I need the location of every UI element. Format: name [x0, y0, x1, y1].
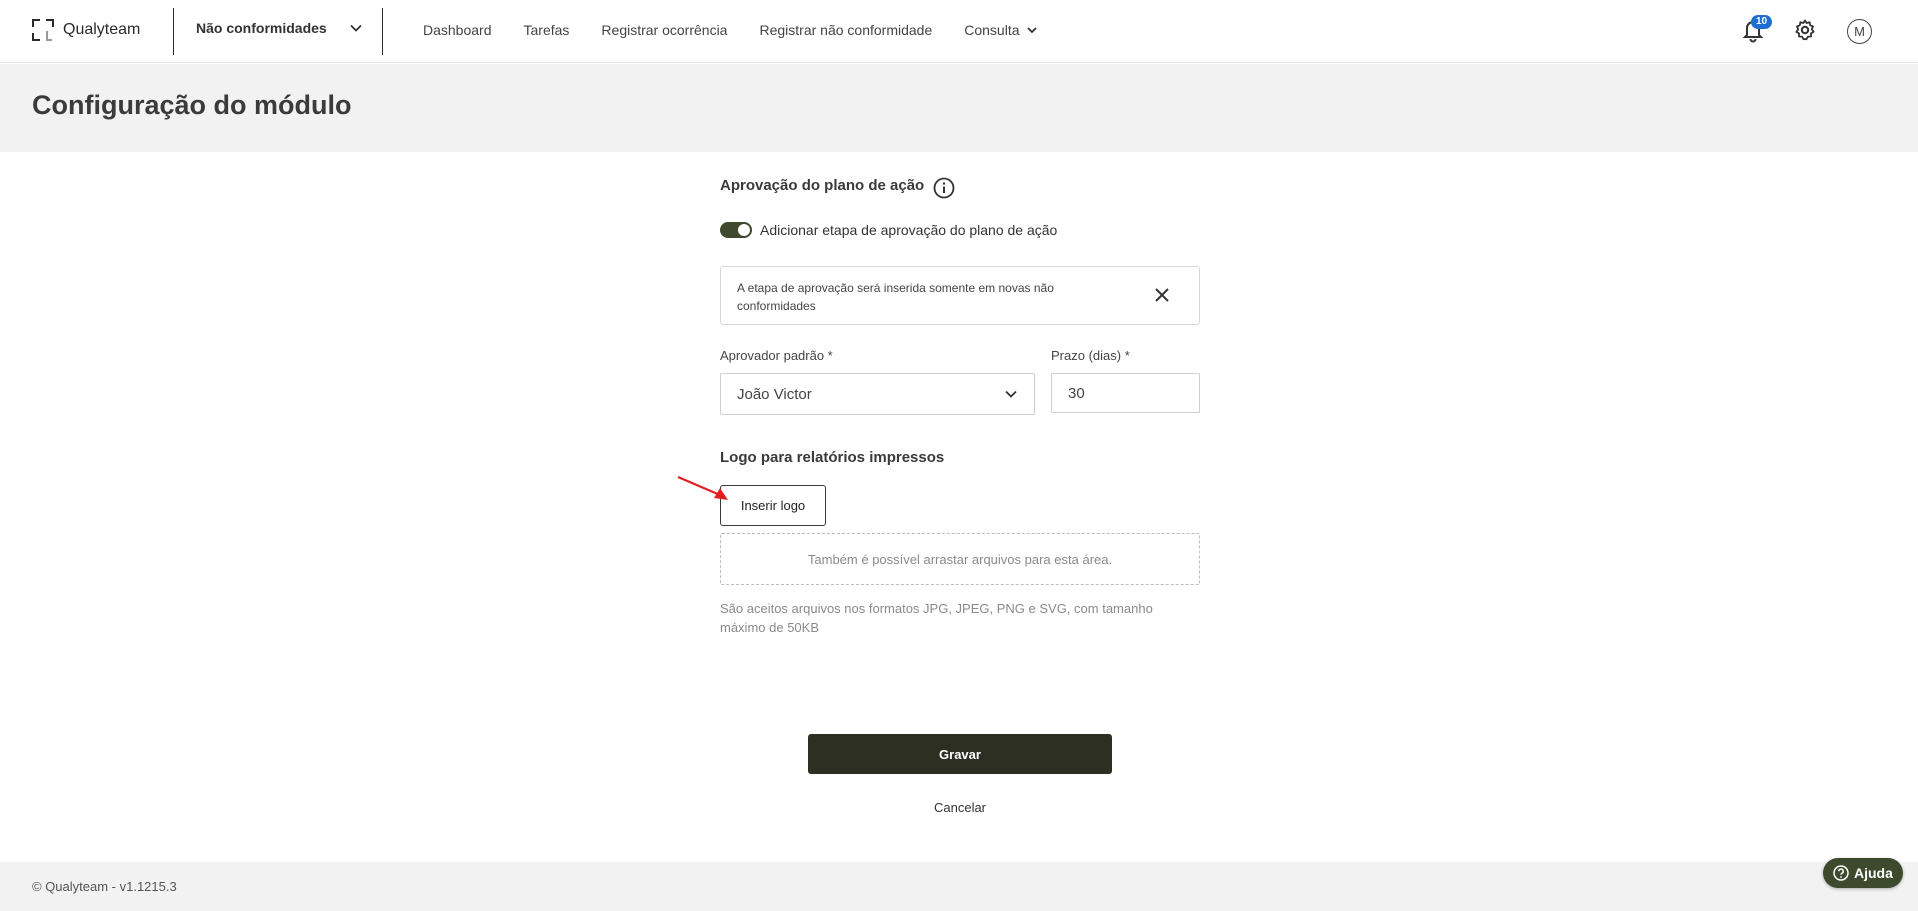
- approval-toggle[interactable]: [720, 222, 752, 238]
- insert-logo-button[interactable]: Inserir logo: [720, 485, 826, 526]
- save-button[interactable]: Gravar: [808, 734, 1112, 774]
- approval-notice: A etapa de aprovação será inserida somen…: [720, 266, 1200, 325]
- deadline-input-value: 30: [1068, 384, 1085, 402]
- approval-notice-text: A etapa de aprovação será inserida somen…: [737, 281, 1054, 313]
- approver-select[interactable]: João Victor: [720, 373, 1035, 415]
- nav-tarefas[interactable]: Tarefas: [524, 22, 570, 38]
- cancel-button[interactable]: Cancelar: [808, 800, 1112, 815]
- help-button-label: Ajuda: [1854, 865, 1893, 881]
- close-icon[interactable]: [1153, 286, 1171, 304]
- nav-registrar-ocorrencia[interactable]: Registrar ocorrência: [601, 22, 727, 38]
- approval-section-title: Aprovação do plano de ação: [720, 177, 925, 194]
- main-nav: Dashboard Tarefas Registrar ocorrência R…: [423, 22, 1038, 38]
- dropzone-text: Também é possível arrastar arquivos para…: [807, 551, 1113, 567]
- nav-dashboard[interactable]: Dashboard: [423, 22, 492, 38]
- file-dropzone[interactable]: Também é possível arrastar arquivos para…: [720, 533, 1200, 585]
- deadline-label: Prazo (dias) *: [1051, 348, 1130, 363]
- user-avatar[interactable]: M: [1847, 19, 1872, 44]
- chevron-down-icon: [1005, 390, 1017, 398]
- brand-logo[interactable]: Qualyteam: [32, 19, 140, 41]
- brand-name: Qualyteam: [63, 21, 141, 38]
- approval-toggle-row: Adicionar etapa de aprovação do plano de…: [720, 222, 1057, 238]
- deadline-input[interactable]: 30: [1051, 373, 1200, 413]
- logo-section-title: Logo para relatórios impressos: [720, 449, 945, 466]
- nav-consulta[interactable]: Consulta: [964, 22, 1037, 38]
- chevron-down-icon: [1026, 27, 1037, 34]
- nav-divider: [173, 8, 174, 55]
- module-selector[interactable]: Não conformidades: [196, 20, 363, 36]
- question-circle-icon: [1833, 865, 1849, 881]
- help-button[interactable]: Ajuda: [1823, 858, 1903, 888]
- approval-toggle-label: Adicionar etapa de aprovação do plano de…: [760, 222, 1058, 238]
- page-header: Configuração do módulo: [0, 64, 1918, 152]
- qualyteam-logo-icon: [32, 19, 54, 41]
- module-selector-label: Não conformidades: [196, 20, 327, 36]
- top-navbar: Qualyteam Não conformidades Dashboard Ta…: [0, 0, 1918, 63]
- file-format-hint: São aceitos arquivos nos formatos JPG, J…: [720, 601, 1153, 635]
- nav-registrar-nao-conformidade[interactable]: Registrar não conformidade: [759, 22, 932, 38]
- chevron-down-icon: [350, 24, 362, 32]
- approver-select-value: João Victor: [737, 385, 812, 403]
- annotation-arrow-icon: [677, 475, 728, 500]
- footer: © Qualyteam - v1.1215.3: [0, 862, 1918, 911]
- footer-version: © Qualyteam - v1.1215.3: [32, 879, 177, 894]
- approver-label: Aprovador padrão *: [720, 348, 833, 363]
- nav-divider: [382, 8, 383, 55]
- notification-count-badge: 10: [1751, 15, 1773, 29]
- gear-icon[interactable]: [1793, 17, 1817, 43]
- page-title: Configuração do módulo: [32, 90, 352, 120]
- info-icon[interactable]: [933, 177, 955, 199]
